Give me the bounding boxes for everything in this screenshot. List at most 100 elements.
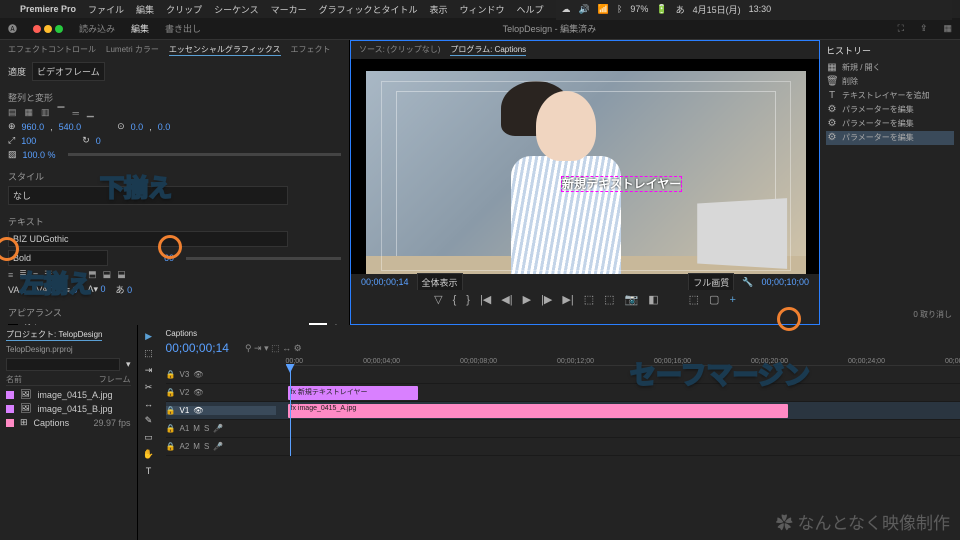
ripple-tool-icon[interactable]: ⇥ [145, 365, 153, 376]
tab-essential-graphics[interactable]: エッセンシャルグラフィックス [169, 44, 281, 56]
cloud-icon[interactable]: ☁ [562, 4, 571, 15]
tab-export[interactable]: 書き出し [165, 22, 201, 35]
font-dropdown[interactable]: BIZ UDGothic [8, 231, 288, 247]
tab-effects[interactable]: エフェクト [291, 44, 331, 56]
add-icon[interactable]: + [729, 294, 735, 306]
rotation-value[interactable]: 0 [96, 136, 101, 146]
play-icon[interactable]: ▶ [523, 293, 531, 306]
wifi-icon[interactable]: 📶 [598, 4, 609, 15]
history-item-current[interactable]: ⚙パラメーターを編集 [826, 131, 954, 145]
opacity-slider[interactable] [68, 153, 341, 156]
add-marker-icon[interactable]: ▽ [434, 293, 442, 306]
project-item[interactable]: 🖼image_0415_A.jpg [6, 389, 131, 400]
insert-icon[interactable]: ⬚ [689, 293, 699, 306]
volume-icon[interactable]: 🔊 [579, 4, 590, 15]
menubar-date[interactable]: 4月15日(月) [693, 3, 741, 16]
input-icon[interactable]: あ [676, 3, 685, 16]
menu-sequence[interactable]: シーケンス [214, 3, 259, 16]
history-item[interactable]: ▦新規 / 開く [826, 61, 954, 75]
track-a2[interactable]: 🔒A2MS🎤 [166, 438, 960, 456]
anchor-x[interactable]: 0.0 [131, 122, 144, 132]
menu-edit[interactable]: 編集 [136, 3, 154, 16]
pos-y[interactable]: 540.0 [59, 122, 82, 132]
tab-program[interactable]: プログラム: Captions [450, 44, 526, 56]
scale-value[interactable]: 100 [21, 136, 36, 146]
filter-icon[interactable]: ▾ [126, 359, 131, 370]
menubar-time[interactable]: 13:30 [749, 4, 772, 14]
rectangle-tool-icon[interactable]: ▭ [144, 432, 153, 443]
history-item[interactable]: Tテキストレイヤーを追加 [826, 89, 954, 103]
workspaces-icon[interactable]: ▦ [943, 23, 952, 34]
col-frame[interactable]: フレーム [99, 374, 131, 385]
baseline[interactable]: 0 [101, 284, 106, 294]
fit-dropdown[interactable]: 全体表示 [417, 273, 463, 292]
history-item[interactable]: 🗑削除 [826, 75, 954, 89]
wrench-icon[interactable]: 🔧 [742, 277, 753, 288]
project-item[interactable]: 🖼image_0415_B.jpg [6, 403, 131, 414]
menu-file[interactable]: ファイル [88, 3, 124, 16]
align-bottom-icon[interactable]: ▁ [87, 107, 94, 118]
align-right-icon[interactable]: ▥ [41, 107, 50, 118]
track-select-tool-icon[interactable]: ⬚ [144, 348, 153, 359]
align-center-v-icon[interactable]: ═ [72, 108, 78, 118]
track-v3[interactable]: 🔒V3👁 [166, 366, 960, 384]
menu-window[interactable]: ウィンドウ [460, 3, 505, 16]
comparison-icon[interactable]: ◧ [648, 293, 658, 306]
sequence-name[interactable]: Captions [166, 329, 960, 338]
extract-icon[interactable]: ⬚ [604, 293, 614, 306]
tsume[interactable]: 0 [127, 285, 132, 295]
vert-align-middle-icon[interactable]: ⬓ [103, 269, 112, 280]
program-tc-out[interactable]: 00;00;10;00 [761, 277, 809, 287]
track-a1[interactable]: 🔒A1MS🎤 [166, 420, 960, 438]
tab-import[interactable]: 読み込み [79, 22, 115, 35]
type-tool-icon[interactable]: T [146, 466, 152, 476]
go-to-in-icon[interactable]: |◀ [480, 293, 491, 306]
tab-edit[interactable]: 編集 [131, 22, 149, 35]
align-top-icon[interactable]: ▔ [58, 107, 65, 118]
menu-clip[interactable]: クリップ [166, 3, 202, 16]
time-ruler[interactable]: 00;0000;00;04;0000;00;08;0000;00;12;0000… [286, 358, 960, 366]
selection-tool-icon[interactable]: ▶ [145, 331, 152, 342]
mark-out-icon[interactable]: } [466, 294, 470, 306]
track-v1[interactable]: 🔒V1👁fx image_0415_A.jpg [166, 402, 960, 420]
track-v2[interactable]: 🔒V2👁fx 新規テキストレイヤー [166, 384, 960, 402]
step-forward-icon[interactable]: |▶ [541, 293, 552, 306]
project-title[interactable]: プロジェクト: TelopDesign [6, 329, 102, 341]
export-icon[interactable]: ⇪ [920, 23, 928, 34]
col-name[interactable]: 名前 [6, 374, 22, 385]
hand-tool-icon[interactable]: ✋ [143, 449, 154, 460]
razor-tool-icon[interactable]: ✂ [145, 382, 153, 393]
quality-dropdown[interactable]: フル画質 [688, 273, 734, 292]
safe-margin-icon[interactable]: ▢ [709, 293, 719, 306]
video-preview[interactable]: 新規テキストレイヤー [366, 71, 806, 281]
program-tc-in[interactable]: 00;00;00;14 [361, 277, 409, 287]
slip-tool-icon[interactable]: ↔ [144, 399, 153, 409]
project-item[interactable]: ⊞Captions29.97 fps [6, 417, 131, 428]
history-item[interactable]: ⚙パラメーターを編集 [826, 117, 954, 131]
menu-help[interactable]: ヘルプ [517, 3, 544, 16]
opacity-value[interactable]: 100.0 % [23, 150, 56, 160]
menu-graphics[interactable]: グラフィックとタイトル [319, 3, 418, 16]
clip-image[interactable]: fx image_0415_A.jpg [288, 404, 788, 418]
fullscreen-icon[interactable]: ⛶ [898, 23, 904, 34]
anchor-y[interactable]: 0.0 [158, 122, 171, 132]
go-to-out-icon[interactable]: ▶| [562, 293, 573, 306]
app-name[interactable]: Premiere Pro [20, 4, 76, 14]
text-align-left-icon[interactable]: ≡ [8, 270, 13, 280]
lift-icon[interactable]: ⬚ [584, 293, 594, 306]
text-layer-overlay[interactable]: 新規テキストレイヤー [561, 175, 682, 192]
align-left-icon[interactable]: ▤ [8, 107, 17, 118]
clip-text-layer[interactable]: fx 新規テキストレイヤー [288, 386, 418, 400]
menu-view[interactable]: 表示 [429, 3, 447, 16]
align-center-h-icon[interactable]: ▦ [25, 107, 34, 118]
font-size-slider[interactable] [186, 257, 341, 260]
project-search[interactable] [6, 358, 120, 371]
history-item[interactable]: ⚙パラメーターを編集 [826, 103, 954, 117]
mark-in-icon[interactable]: { [453, 294, 457, 306]
export-frame-icon[interactable]: 📷 [625, 293, 639, 306]
tab-source[interactable]: ソース: (クリップなし) [359, 44, 440, 56]
bluetooth-icon[interactable]: ᛒ [617, 4, 622, 14]
menu-marker[interactable]: マーカー [271, 3, 307, 16]
timeline-tc[interactable]: 00;00;00;14 [166, 341, 229, 355]
scope-dropdown[interactable]: ビデオフレーム [32, 62, 105, 81]
